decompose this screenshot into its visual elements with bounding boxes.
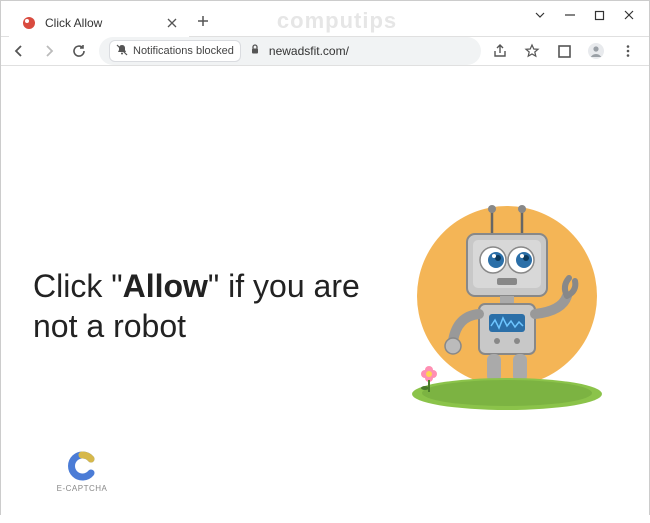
extensions-icon[interactable] <box>555 42 573 60</box>
notifications-blocked-chip[interactable]: Notifications blocked <box>109 40 241 62</box>
browser-tab[interactable]: Click Allow <box>9 5 189 41</box>
captcha-label: E-CAPTCHA <box>57 484 108 493</box>
hero-allow-word: Allow <box>123 268 208 304</box>
page-content: Click "Allow" if you are not a robot <box>1 66 649 523</box>
toolbar-right <box>491 42 641 60</box>
new-tab-button[interactable] <box>189 7 217 35</box>
back-button[interactable] <box>9 41 29 61</box>
window-close-button[interactable] <box>623 9 635 24</box>
tab-close-button[interactable] <box>167 15 177 31</box>
window-controls <box>534 1 649 24</box>
window-caret-icon[interactable] <box>534 9 546 24</box>
toolbar: Notifications blocked newadsfit.com/ <box>1 37 649 66</box>
tab-favicon-icon <box>21 15 37 31</box>
robot-illustration <box>397 196 617 416</box>
hero-text-part1: Click " <box>33 268 123 304</box>
notifications-blocked-label: Notifications blocked <box>133 45 234 57</box>
profile-icon[interactable] <box>587 42 605 60</box>
captcha-c-icon <box>67 451 97 481</box>
menu-icon[interactable] <box>619 42 637 60</box>
captcha-badge: E-CAPTCHA <box>47 451 117 493</box>
reload-button[interactable] <box>69 41 89 61</box>
address-bar[interactable]: Notifications blocked newadsfit.com/ <box>99 37 481 65</box>
tab-title: Click Allow <box>45 16 102 30</box>
bell-blocked-icon <box>116 44 128 59</box>
titlebar: Click Allow <box>1 1 649 37</box>
window-minimize-button[interactable] <box>564 9 576 24</box>
browser-window: computips Click Allow <box>0 0 650 515</box>
bookmark-star-icon[interactable] <box>523 42 541 60</box>
share-icon[interactable] <box>491 42 509 60</box>
hero-text: Click "Allow" if you are not a robot <box>33 266 387 346</box>
url-text: newadsfit.com/ <box>269 44 471 58</box>
forward-button[interactable] <box>39 41 59 61</box>
window-maximize-button[interactable] <box>594 9 605 24</box>
hero-section: Click "Allow" if you are not a robot <box>33 196 617 416</box>
lock-icon <box>249 42 261 60</box>
